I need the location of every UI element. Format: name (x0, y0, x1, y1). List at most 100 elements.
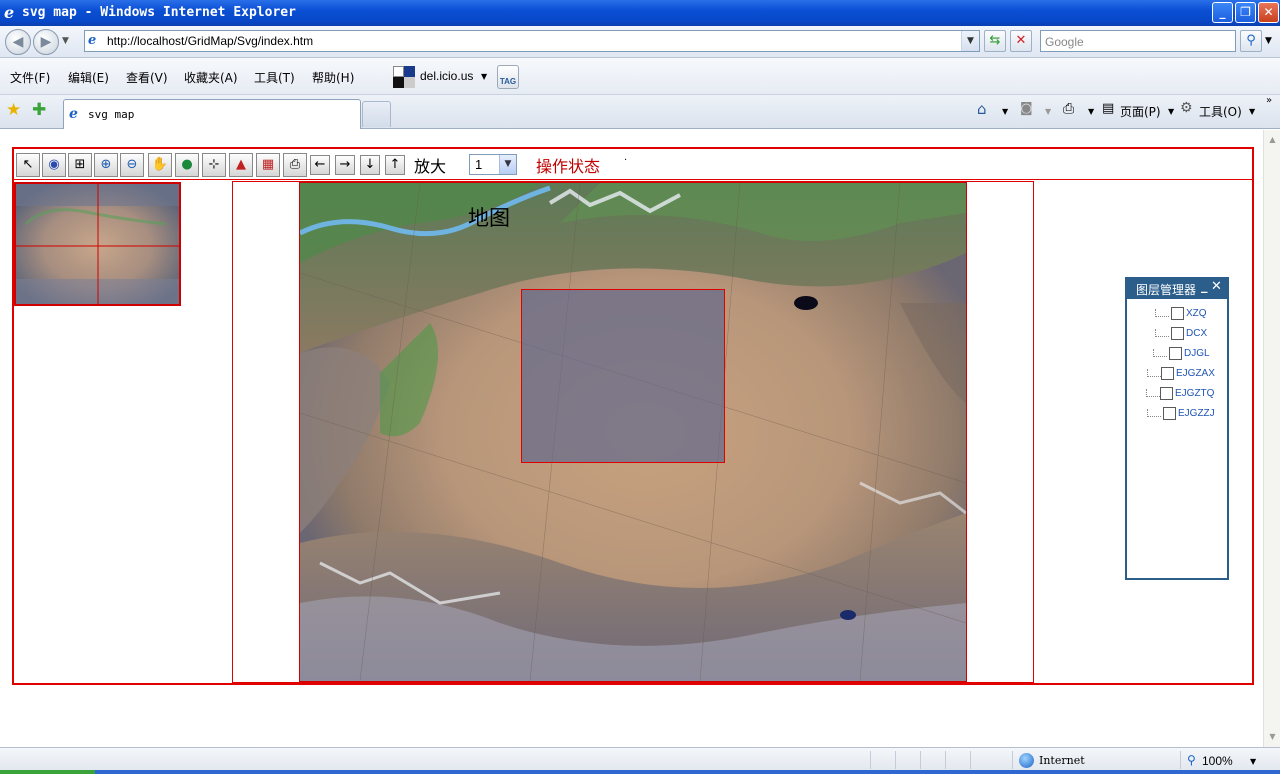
layer-item-dcx[interactable]: DCX (1155, 327, 1227, 341)
layer-item-ejgztq[interactable]: EJGZTQ (1146, 387, 1227, 401)
layer-name-djgl: DJGL (1184, 348, 1210, 359)
tag-button[interactable]: TAG (497, 65, 519, 89)
tab-bar: ★ ✚ e svg map ⌂ ▼ ◙ ▼ ⎙ ▼ ▤ 页面(P) ▼ ⚙ 工具… (0, 95, 1280, 129)
menu-help[interactable]: 帮助(H) (312, 69, 354, 86)
refresh-button[interactable]: ⇆ (984, 30, 1006, 52)
report-icon: ▦ (261, 157, 275, 172)
address-bar[interactable]: e http://localhost/GridMap/Svg/index.htm… (84, 30, 980, 52)
arrow-right-icon: → (339, 157, 351, 172)
layer-checkbox-djgl[interactable] (1169, 347, 1182, 360)
layer-manager-close-icon[interactable]: ✕ (1211, 279, 1222, 294)
search-options-icon[interactable]: ▼ (1265, 36, 1272, 46)
scroll-down-icon[interactable]: ▼ (1266, 730, 1279, 743)
globe-icon: ● (181, 157, 193, 172)
print-dropdown-icon[interactable]: ▼ (1088, 107, 1094, 116)
print-map-button[interactable]: ⎙ (283, 153, 307, 177)
chevron-down-icon[interactable]: ▼ (499, 155, 516, 174)
menu-file[interactable]: 文件(F) (10, 69, 50, 86)
layer-item-ejgzzj[interactable]: EJGZZJ (1147, 407, 1227, 421)
search-button[interactable]: ⚲ (1240, 30, 1262, 52)
view-tool-button[interactable]: ◉ (42, 153, 66, 177)
page-icon: e (88, 33, 97, 48)
add-favorites-icon[interactable]: ✚ (32, 101, 46, 119)
report-button[interactable]: ▦ (256, 153, 280, 177)
chart-button[interactable]: ▲ (229, 153, 253, 177)
tools-dropdown-icon[interactable]: ▼ (1249, 107, 1255, 116)
full-extent-button[interactable]: ● (175, 153, 199, 177)
close-button[interactable]: ✕ (1258, 2, 1279, 23)
address-toolbar: ◀ ▶ ▼ e http://localhost/GridMap/Svg/ind… (0, 26, 1280, 58)
home-icon[interactable]: ⌂ (977, 100, 987, 118)
delicious-dropdown-icon[interactable]: ▼ (481, 72, 487, 81)
zoom-dropdown-icon[interactable]: ▼ (1250, 757, 1256, 766)
tab-page-icon: e (69, 106, 78, 122)
pan-right-button[interactable]: → (335, 155, 355, 175)
tab-svg-map[interactable]: e svg map (63, 99, 361, 129)
zoom-in-icon: ⊕ (100, 157, 112, 172)
scroll-up-icon[interactable]: ▲ (1266, 133, 1279, 146)
minimize-button[interactable]: _ (1212, 2, 1233, 23)
operation-status: 操作状态 (536, 157, 601, 176)
layer-manager-header[interactable]: 图层管理器 _ ✕ (1127, 279, 1227, 299)
security-zone-label[interactable]: Internet (1039, 754, 1085, 767)
feeds-dropdown-icon[interactable]: ▼ (1045, 107, 1051, 116)
zoom-box-button[interactable]: ⊞ (68, 153, 92, 177)
menu-edit[interactable]: 编辑(E) (68, 69, 109, 86)
history-dropdown-icon[interactable]: ▼ (62, 36, 69, 46)
layer-manager-minimize[interactable]: _ (1201, 279, 1208, 294)
address-url[interactable]: http://localhost/GridMap/Svg/index.htm (107, 34, 313, 48)
menu-view[interactable]: 查看(V) (126, 69, 168, 86)
taskbar-edge (0, 770, 1280, 774)
pan-up-button[interactable]: ↑ (385, 155, 405, 175)
layer-checkbox-ejgztq[interactable] (1160, 387, 1173, 400)
address-dropdown-icon[interactable]: ▼ (961, 31, 979, 51)
zoom-box-icon: ⊞ (74, 157, 86, 172)
pan-down-button[interactable]: ↓ (360, 155, 380, 175)
page-dropdown-icon[interactable]: ▼ (1168, 107, 1174, 116)
layer-checkbox-ejgzax[interactable] (1161, 367, 1174, 380)
menu-tools[interactable]: 工具(T) (254, 69, 295, 86)
tools-menu[interactable]: 工具(O) (1199, 103, 1242, 120)
zoom-out-button[interactable]: ⊖ (120, 153, 144, 177)
back-button[interactable]: ◀ (5, 29, 31, 55)
home-dropdown-icon[interactable]: ▼ (1002, 107, 1008, 116)
select-tool-button[interactable]: ↖ (16, 153, 40, 177)
new-tab-button[interactable] (362, 101, 391, 127)
measure-button[interactable]: ⊹ (202, 153, 226, 177)
map-title: 地图 (468, 206, 510, 230)
vertical-scrollbar[interactable]: ▲ ▼ (1263, 130, 1280, 747)
search-input[interactable]: Google (1040, 30, 1236, 52)
page-menu[interactable]: 页面(P) (1120, 103, 1161, 120)
pan-button[interactable]: ✋ (148, 153, 172, 177)
delicious-label[interactable]: del.icio.us (420, 69, 473, 83)
favorites-star-icon[interactable]: ★ (6, 101, 21, 119)
refresh-icon: ⇆ (989, 33, 1001, 48)
menu-bar: 文件(F) 编辑(E) 查看(V) 收藏夹(A) 工具(T) 帮助(H) del… (0, 58, 1280, 95)
ie-logo-icon: e (4, 3, 15, 22)
restore-button[interactable]: ❐ (1235, 2, 1256, 23)
delicious-icon[interactable] (393, 66, 415, 88)
forward-button[interactable]: ▶ (33, 29, 59, 55)
gear-icon: ⚙ (1180, 100, 1193, 116)
chart-icon: ▲ (236, 157, 246, 172)
feeds-icon[interactable]: ◙ (1020, 101, 1033, 116)
stop-button[interactable]: ✕ (1010, 30, 1032, 52)
zoom-level-value: 1 (475, 157, 483, 172)
layer-item-djgl[interactable]: DJGL (1153, 347, 1227, 361)
pan-left-button[interactable]: ← (310, 155, 330, 175)
menu-favorites[interactable]: 收藏夹(A) (184, 69, 238, 86)
chevron-right-icon[interactable]: » (1266, 95, 1272, 106)
layer-checkbox-dcx[interactable] (1171, 327, 1184, 340)
print-icon[interactable]: ⎙ (1063, 101, 1074, 117)
zoom-level-select[interactable]: 1 ▼ (469, 154, 517, 175)
overview-map[interactable] (14, 182, 181, 306)
layer-item-ejgzax[interactable]: EJGZAX (1147, 367, 1227, 381)
back-arrow-icon: ◀ (12, 34, 24, 50)
layer-checkbox-xzq[interactable] (1171, 307, 1184, 320)
page-zoom-level[interactable]: 100% (1202, 754, 1233, 768)
layer-checkbox-ejgzzj[interactable] (1163, 407, 1176, 420)
search-placeholder: Google (1045, 35, 1084, 49)
selection-extent-box[interactable] (521, 289, 725, 463)
zoom-in-button[interactable]: ⊕ (94, 153, 118, 177)
layer-item-xzq[interactable]: XZQ (1155, 307, 1227, 321)
